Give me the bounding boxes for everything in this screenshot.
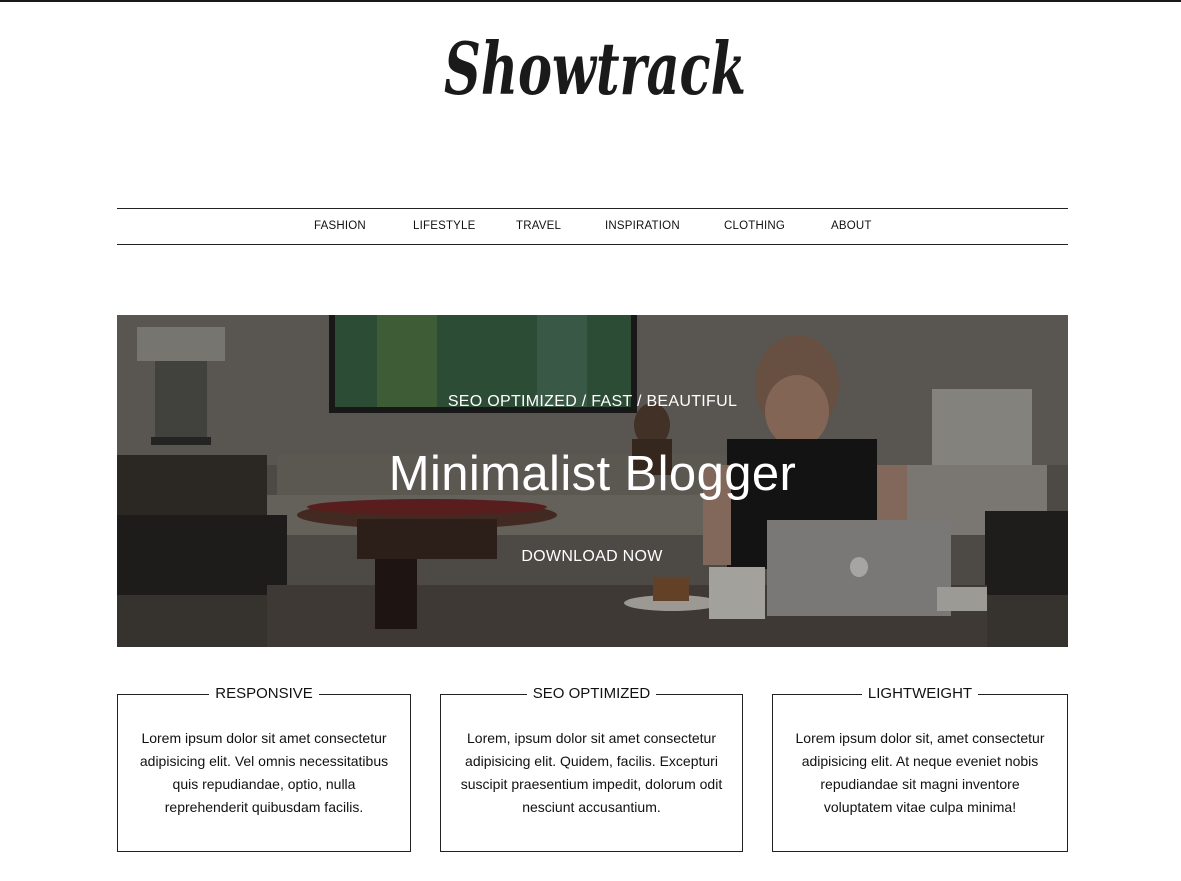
feature-box-responsive: RESPONSIVE Lorem ipsum dolor sit amet co… — [117, 685, 411, 852]
feature-title: SEO OPTIMIZED — [441, 685, 742, 703]
nav-item-lifestyle[interactable]: LIFESTYLE — [413, 220, 476, 232]
download-now-button[interactable]: DOWNLOAD NOW — [512, 548, 672, 566]
feature-text: Lorem ipsum dolor sit, amet consectetur … — [795, 730, 1045, 815]
logo-text: Showtrack — [444, 26, 746, 111]
main-navigation: FASHION LIFESTYLE TRAVEL INSPIRATION CLO… — [117, 208, 1068, 245]
nav-item-about[interactable]: ABOUT — [831, 220, 872, 232]
feature-box-seo-optimized: SEO OPTIMIZED Lorem, ipsum dolor sit ame… — [440, 685, 743, 852]
feature-box-lightweight: LIGHTWEIGHT Lorem ipsum dolor sit, amet … — [772, 685, 1068, 852]
hero-banner: SEO OPTIMIZED / FAST / BEAUTIFUL Minimal… — [117, 315, 1068, 647]
site-logo[interactable]: Showtrack — [440, 6, 752, 118]
nav-item-fashion[interactable]: FASHION — [314, 220, 366, 232]
hero-tagline: SEO OPTIMIZED / FAST / BEAUTIFUL — [447, 393, 738, 410]
feature-text: Lorem ipsum dolor sit amet consectetur a… — [139, 730, 389, 815]
feature-title: LIGHTWEIGHT — [773, 685, 1067, 703]
feature-title: RESPONSIVE — [118, 685, 410, 703]
nav-item-clothing[interactable]: CLOTHING — [724, 220, 785, 232]
feature-text: Lorem, ipsum dolor sit amet consectetur … — [460, 730, 723, 815]
hero-title: Minimalist Blogger — [388, 447, 797, 501]
nav-item-travel[interactable]: TRAVEL — [516, 220, 561, 232]
nav-item-inspiration[interactable]: INSPIRATION — [605, 220, 680, 232]
logo-wordmark: Showtrack — [444, 26, 746, 111]
top-border — [0, 0, 1181, 2]
